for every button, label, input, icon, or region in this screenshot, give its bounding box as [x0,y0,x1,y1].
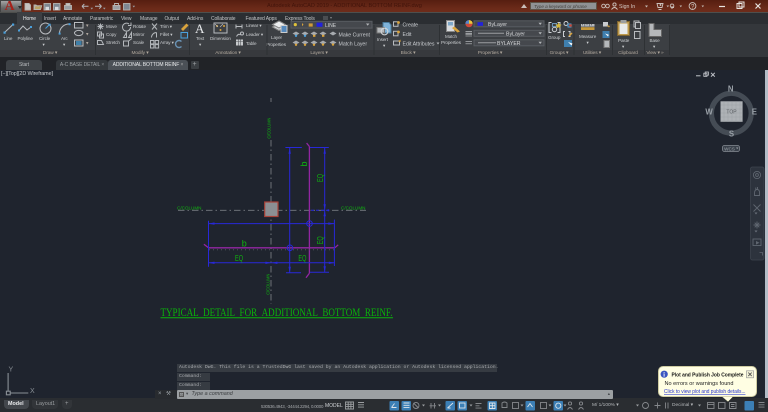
svg-text:No errors or warnings found: No errors or warnings found [665,381,734,387]
svg-text:Click to view plot and publish: Click to view plot and publish details..… [664,389,746,395]
svg-text:Plot and Publish Job Complete: Plot and Publish Job Complete [672,372,745,378]
